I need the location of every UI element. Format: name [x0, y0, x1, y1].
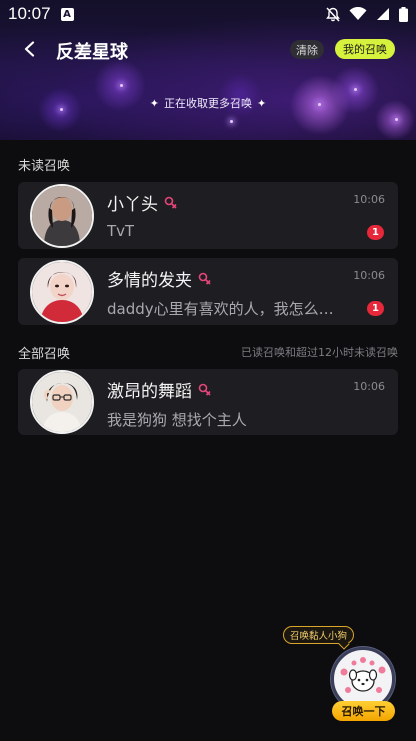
wifi-icon	[349, 7, 367, 20]
status-time: 10:07	[8, 4, 51, 23]
summon-button[interactable]: 召唤一下	[332, 701, 395, 721]
star-icon: ✦	[257, 96, 267, 110]
all-section-title: 全部召唤	[18, 347, 71, 362]
summon-card[interactable]: 多情的发夹 10:06 daddy心里有喜欢的人，我怎么… 1	[18, 258, 398, 325]
my-summon-button[interactable]: 我的召唤	[335, 39, 395, 59]
summon-tip-bubble: 召唤黏人小狗	[283, 626, 355, 644]
contact-name: 激昂的舞蹈	[107, 382, 192, 402]
sparkle-decoration	[395, 118, 398, 121]
collecting-text: 正在收取更多召唤	[164, 97, 252, 110]
female-gender-icon	[164, 196, 177, 209]
female-gender-icon	[198, 272, 211, 285]
unread-badge: 1	[367, 301, 384, 316]
signal-icon	[377, 8, 389, 20]
message-time: 10:06	[353, 269, 385, 282]
page-title: 反差星球	[56, 42, 128, 63]
message-preview: 我是狗狗 想找个主人	[107, 411, 247, 429]
summon-card[interactable]: 激昂的舞蹈 10:06 我是狗狗 想找个主人	[18, 369, 398, 435]
notification-app-icon: A	[60, 7, 74, 21]
unread-section-title: 未读召唤	[18, 159, 71, 174]
unread-badge: 1	[367, 225, 384, 240]
contact-name: 小丫头	[107, 195, 158, 215]
nav-bar: 反差星球 清除 我的召唤	[0, 34, 416, 64]
battery-icon	[399, 6, 408, 22]
avatar	[30, 370, 94, 434]
floating-summon-widget: 召唤黏人小狗 召唤一下	[283, 624, 403, 724]
message-time: 10:06	[353, 193, 385, 206]
message-time: 10:06	[353, 380, 385, 393]
summon-card[interactable]: 小丫头 10:06 TvT 1	[18, 182, 398, 249]
star-icon: ✦	[149, 96, 159, 110]
message-preview: TvT	[107, 222, 135, 240]
contact-name: 多情的发夹	[107, 271, 192, 291]
avatar	[30, 260, 94, 324]
back-arrow-icon	[24, 41, 35, 57]
collecting-banner: ✦ 正在收取更多召唤 ✦	[0, 95, 416, 111]
female-gender-icon	[198, 383, 211, 396]
back-button[interactable]	[18, 38, 40, 60]
sparkle-decoration	[354, 88, 357, 91]
clear-button[interactable]: 清除	[290, 40, 324, 59]
dog-mascot-icon	[340, 657, 386, 693]
message-preview: daddy心里有喜欢的人，我怎么…	[107, 300, 334, 318]
all-section-note: 已读召唤和超过12小时未读召唤	[241, 346, 398, 359]
avatar	[30, 184, 94, 248]
sparkle-decoration	[230, 120, 233, 123]
status-bar: 10:07 A	[0, 0, 416, 28]
sparkle-decoration	[120, 84, 123, 87]
mute-bell-icon	[326, 6, 340, 22]
